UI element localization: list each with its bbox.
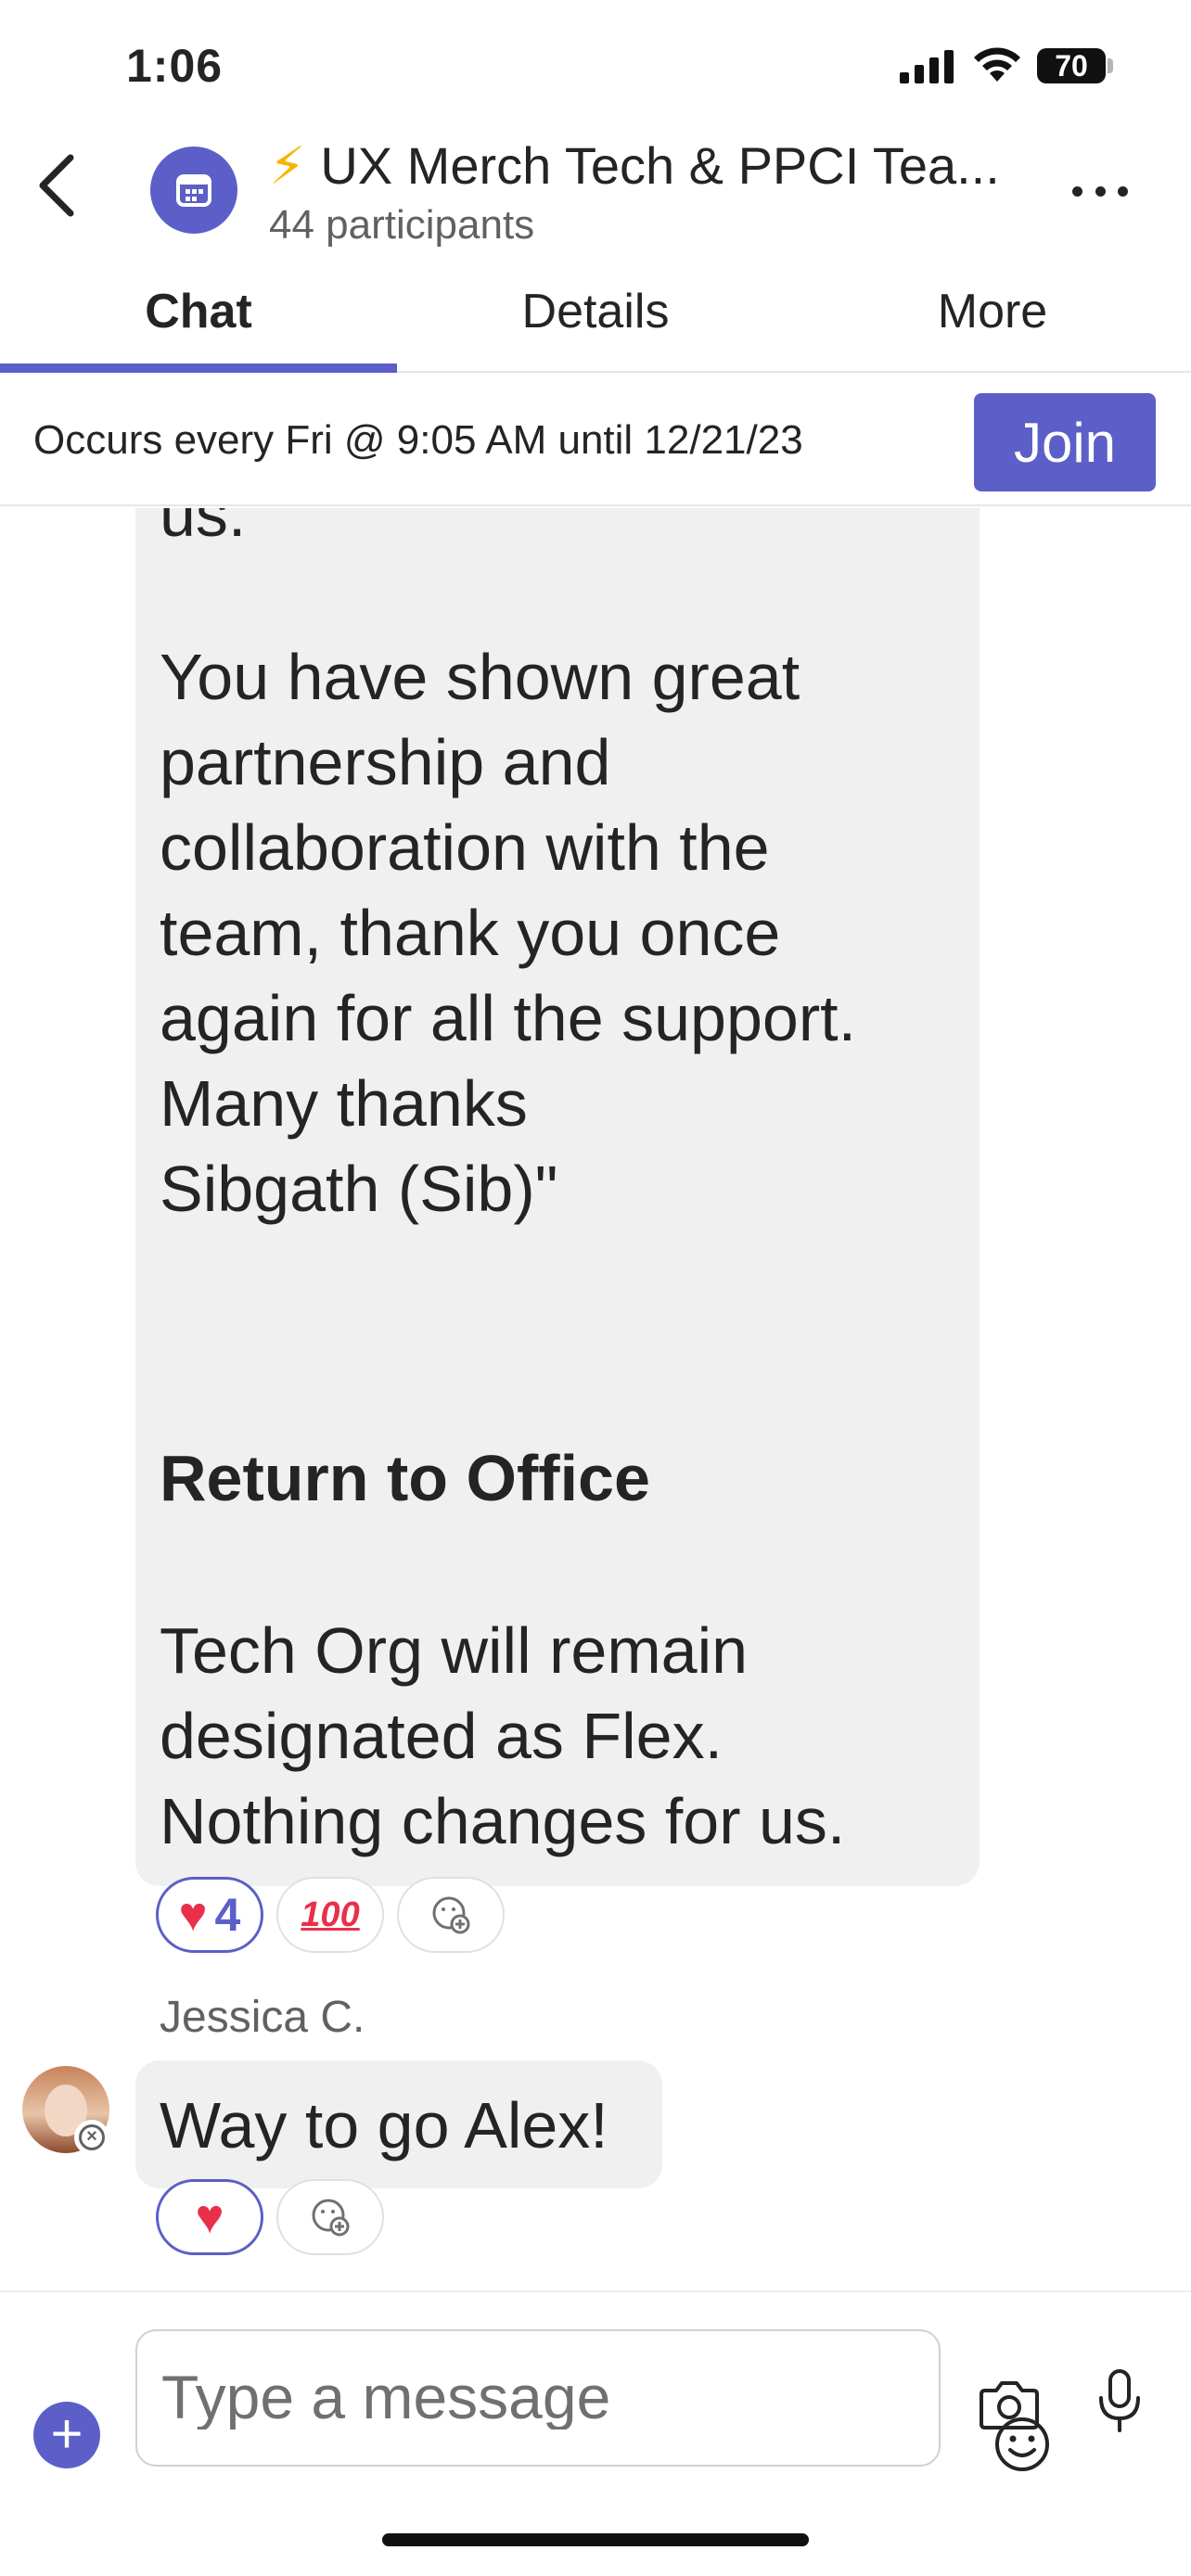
status-time: 1:06 bbox=[126, 40, 224, 92]
heart-reaction-count: 4 bbox=[214, 1889, 241, 1941]
participants-count[interactable]: 44 participants bbox=[269, 202, 534, 249]
heart-icon: ♥ bbox=[178, 1888, 208, 1942]
tab-details[interactable]: Details bbox=[397, 269, 794, 371]
message-line: You have shown great bbox=[160, 641, 800, 713]
status-bar: 1:06 70 bbox=[0, 0, 1191, 130]
message-heading: Return to Office bbox=[160, 1442, 650, 1514]
add-reaction-button[interactable] bbox=[397, 1877, 505, 1953]
heart-icon: ♥ bbox=[195, 2190, 224, 2244]
message-text: Way to go Alex! bbox=[160, 2089, 608, 2162]
battery-icon: 70 bbox=[1037, 48, 1106, 83]
tab-chat[interactable]: Chat bbox=[0, 269, 397, 373]
compose-bar: + bbox=[0, 2290, 1191, 2476]
wifi-icon bbox=[974, 47, 1020, 82]
chat-title-text: UX Merch Tech & PPCI Tea... bbox=[320, 136, 1000, 195]
back-button[interactable] bbox=[26, 148, 91, 223]
hundred-reaction[interactable]: 100 bbox=[276, 1877, 384, 1953]
message-bubble[interactable]: us. You have shown great partnership and… bbox=[135, 508, 980, 1886]
tab-more[interactable]: More bbox=[794, 269, 1191, 371]
heart-reaction[interactable]: ♥ 4 bbox=[156, 1877, 263, 1953]
meeting-banner: Occurs every Fri @ 9:05 AM until 12/21/2… bbox=[0, 375, 1191, 506]
meeting-avatar[interactable] bbox=[150, 147, 237, 234]
chat-messages[interactable]: us. You have shown great partnership and… bbox=[0, 508, 1191, 2289]
add-reaction-icon bbox=[432, 1896, 470, 1934]
message-line: partnership and bbox=[160, 726, 611, 798]
more-options-button[interactable] bbox=[1072, 180, 1128, 202]
hundred-points-icon: 100 bbox=[301, 1894, 360, 1934]
tab-bar: Chat Details More bbox=[0, 269, 1191, 373]
cellular-signal-icon bbox=[900, 50, 954, 83]
camera-button[interactable] bbox=[980, 2378, 1039, 2429]
message-bubble[interactable]: Way to go Alex! bbox=[135, 2060, 662, 2188]
message-input[interactable] bbox=[161, 2365, 755, 2429]
dot-icon bbox=[1095, 185, 1106, 197]
battery-level: 70 bbox=[1055, 48, 1088, 83]
chat-title[interactable]: ⚡ UX Merch Tech & PPCI Tea... bbox=[269, 135, 1039, 197]
presence-offline-icon: × bbox=[74, 2120, 109, 2155]
dot-icon bbox=[1118, 185, 1128, 197]
message-line: collaboration with the bbox=[160, 811, 770, 884]
add-reaction-button[interactable] bbox=[276, 2179, 384, 2255]
meeting-recurrence-text: Occurs every Fri @ 9:05 AM until 12/21/2… bbox=[33, 417, 803, 463]
message-sender: Jessica C. bbox=[160, 1993, 365, 2042]
message-line: Tech Org will remain bbox=[160, 1614, 749, 1687]
join-button[interactable]: Join bbox=[974, 393, 1156, 491]
lightning-bolt-icon: ⚡ bbox=[269, 136, 306, 195]
dot-icon bbox=[1072, 185, 1082, 197]
message-line: designated as Flex. bbox=[160, 1700, 724, 1772]
microphone-button[interactable] bbox=[1096, 2368, 1143, 2433]
message-line: again for all the support. bbox=[160, 982, 857, 1054]
battery-cap bbox=[1108, 58, 1113, 73]
message-line: Sibgath (Sib)" bbox=[160, 1153, 558, 1225]
add-reaction-icon bbox=[312, 2199, 350, 2237]
message-input-box[interactable] bbox=[135, 2329, 1049, 2471]
message-line: Nothing changes for us. bbox=[160, 1785, 846, 1857]
message-reactions: ♥ 4 100 bbox=[156, 1877, 505, 1953]
home-indicator bbox=[382, 2533, 809, 2546]
message-line: team, thank you once bbox=[160, 897, 781, 969]
message-line: Many thanks bbox=[160, 1067, 528, 1140]
calendar-icon bbox=[176, 174, 211, 207]
heart-reaction[interactable]: ♥ bbox=[156, 2179, 263, 2255]
message-reactions: ♥ bbox=[156, 2179, 384, 2255]
message-line: us. bbox=[160, 508, 247, 550]
chat-header: ⚡ UX Merch Tech & PPCI Tea... 44 particip… bbox=[0, 130, 1191, 250]
add-attachment-button[interactable]: + bbox=[33, 2402, 100, 2468]
